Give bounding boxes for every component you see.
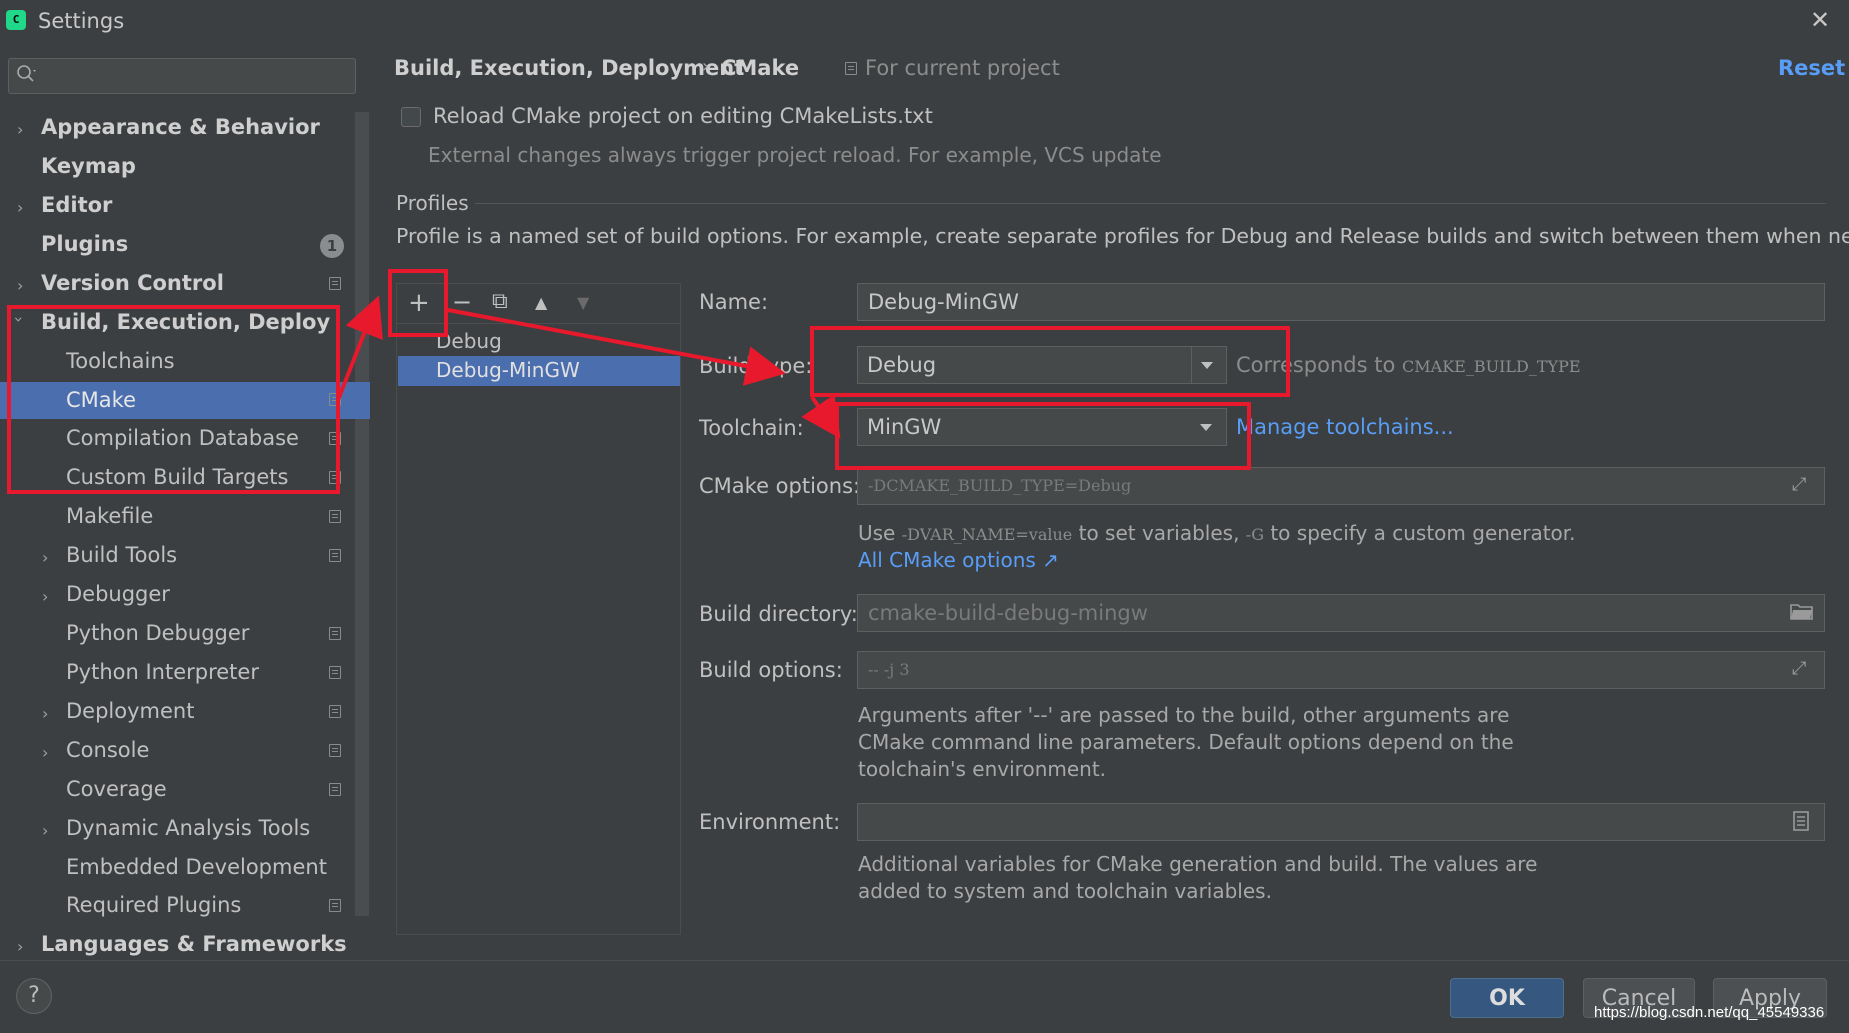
help-button[interactable]: ? [16,978,52,1014]
annotation-arrows [336,295,841,439]
ok-button[interactable]: OK [1450,978,1564,1018]
dialog-footer [0,960,1849,1033]
watermark: https://blog.csdn.net/qq_45549336 [1594,1004,1825,1021]
